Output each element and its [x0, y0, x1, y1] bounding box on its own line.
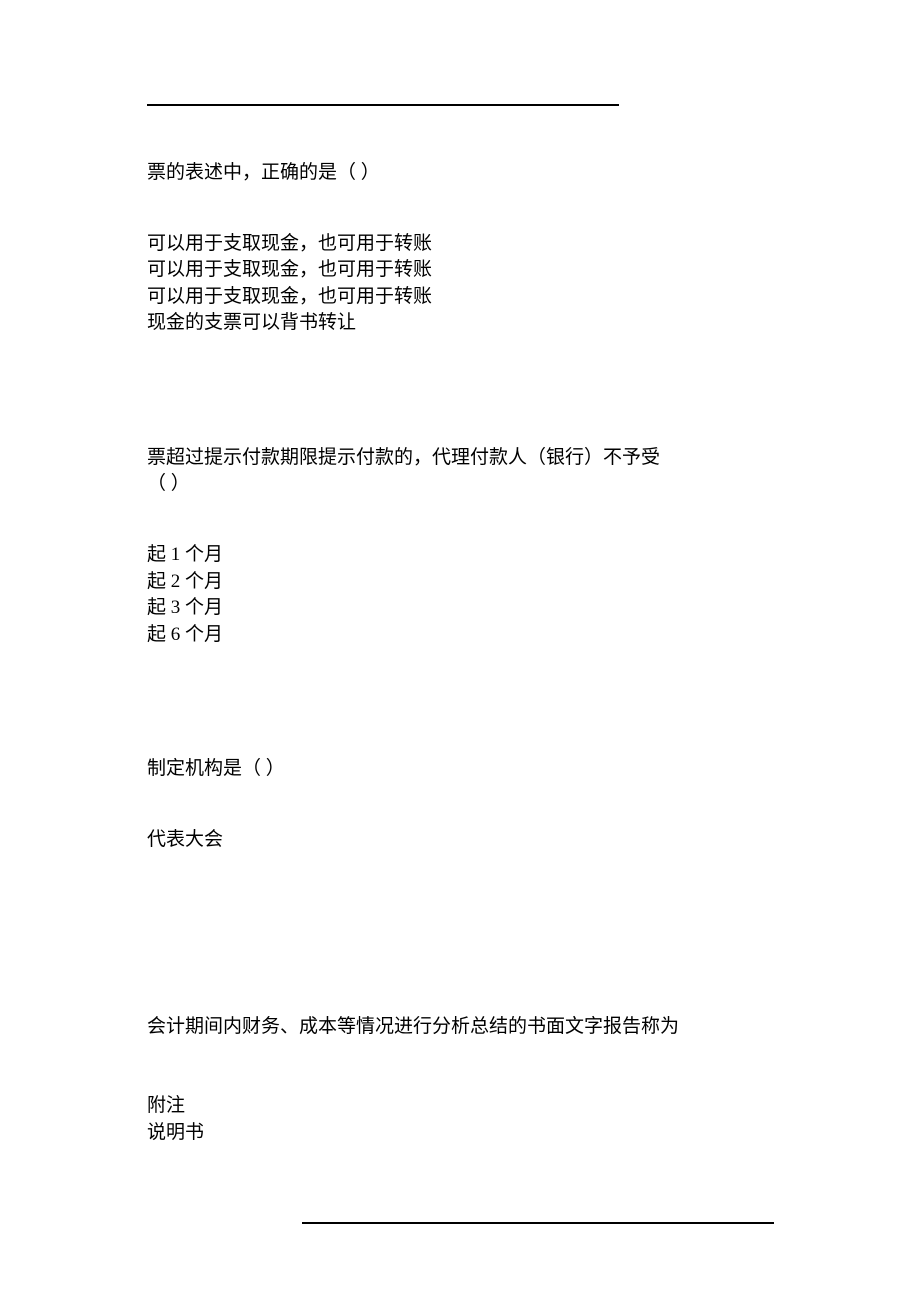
question-4: 会计期间内财务、成本等情况进行分析总结的书面文字报告称为 ﻿ ﻿附注 ﻿说明书 [147, 991, 777, 1147]
q2-opt-c: 起 3 个月 [147, 595, 777, 622]
q4-stem: 会计期间内财务、成本等情况进行分析总结的书面文字报告称为 [147, 1014, 777, 1041]
q3-opt-a: 代表大会 [147, 827, 777, 854]
q3-tag [147, 732, 777, 756]
q4-opt-b: 附注 [147, 1093, 777, 1120]
q2-tag [147, 421, 777, 445]
q3-opt-c [147, 853, 777, 880]
q1-stem: 票的表述中，正确的是（ ） [147, 160, 777, 187]
q4-tag [147, 991, 777, 1015]
bottom-rule [302, 1222, 774, 1224]
q1-options: 可以用于支取现金，也可用于转账 ﻿可以用于支取现金，也可用于转账 ﻿可以用于支取… [147, 231, 777, 337]
q2-stem-2: （ ） [147, 471, 777, 498]
q1-opt-c: 可以用于支取现金，也可用于转账 [147, 284, 777, 311]
q2-options: 起 1 个月 ﻿起 2 个月 ﻿起 3 个月 ﻿起 6 个月 [147, 542, 777, 648]
top-rule [147, 104, 619, 106]
q1-opt-b: 可以用于支取现金，也可用于转账 [147, 257, 777, 284]
q1-opt-d: 现金的支票可以背书转让 [147, 310, 777, 337]
q4-opt-c: 说明书 [147, 1120, 777, 1147]
q4-opt-a [147, 1067, 777, 1094]
q4-options: 附注 ﻿说明书 [147, 1067, 777, 1147]
q2-stem-1: 票超过提示付款期限提示付款的，代理付款人（银行）不予受 [147, 445, 777, 472]
q3-options: 代表大会 [147, 827, 777, 907]
q2-opt-d: 起 6 个月 [147, 622, 777, 649]
q1-opt-a: 可以用于支取现金，也可用于转账 [147, 231, 777, 258]
q3-stem: 制定机构是（ ） [147, 756, 777, 783]
q3-opt-d [147, 880, 777, 907]
question-1: 票的表述中，正确的是（ ） ﻿可以用于支取现金，也可用于转账 ﻿可以用于支取现金… [147, 160, 777, 337]
question-3: 制定机构是（ ） ﻿代表大会 [147, 732, 777, 906]
q2-opt-a: 起 1 个月 [147, 542, 777, 569]
q2-opt-b: 起 2 个月 [147, 569, 777, 596]
question-2: 票超过提示付款期限提示付款的，代理付款人（银行）不予受 （ ） ﻿起 1 个月 … [147, 421, 777, 648]
